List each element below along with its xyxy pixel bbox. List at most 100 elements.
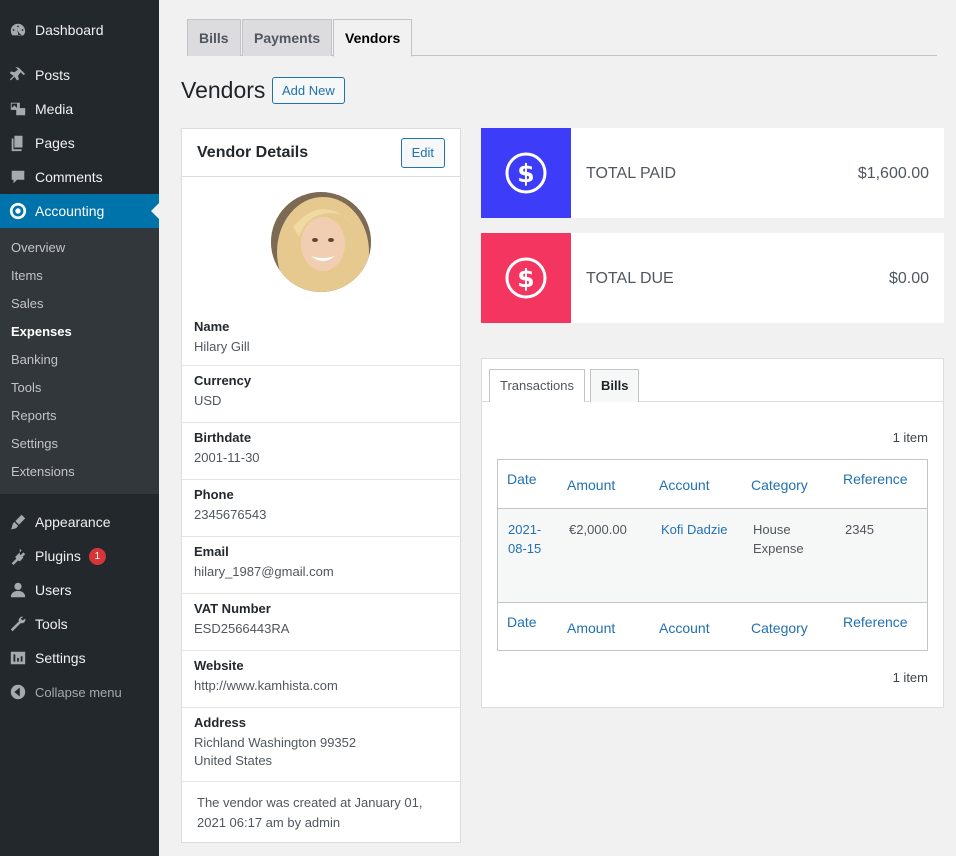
phone-value: 2345676543 bbox=[194, 507, 267, 522]
media-icon bbox=[8, 99, 28, 119]
menu-media-label: Media bbox=[35, 101, 74, 117]
vendor-email-row: Email hilary_1987@gmail.com bbox=[182, 537, 460, 594]
col-category[interactable]: Category bbox=[751, 477, 808, 493]
row-date[interactable]: 2021- 08-15 bbox=[508, 520, 541, 558]
avatar bbox=[271, 192, 371, 292]
menu-pages[interactable]: Pages bbox=[0, 126, 159, 160]
accounting-icon bbox=[8, 201, 28, 221]
menu-users[interactable]: Users bbox=[0, 573, 159, 607]
row-date-part2: 08-15 bbox=[508, 541, 542, 556]
pin-icon bbox=[8, 65, 28, 85]
brush-icon bbox=[8, 512, 28, 532]
tab-bills[interactable]: Bills bbox=[187, 19, 241, 56]
tab-payments[interactable]: Payments bbox=[242, 19, 333, 56]
foot-col-date[interactable]: Date bbox=[507, 614, 537, 630]
plugins-update-badge: 1 bbox=[88, 547, 106, 565]
collapse-icon bbox=[8, 682, 28, 702]
submenu-overview[interactable]: Overview bbox=[0, 234, 159, 262]
transactions-tabs: Transactions Bills bbox=[482, 359, 943, 402]
submenu-items[interactable]: Items bbox=[0, 262, 159, 290]
tab-vendors[interactable]: Vendors bbox=[333, 19, 413, 57]
total-paid-card: $ TOTAL PAID $1,600.00 bbox=[481, 128, 944, 218]
foot-col-amount[interactable]: Amount bbox=[567, 620, 615, 636]
menu-plugins[interactable]: Plugins 1 bbox=[0, 539, 159, 573]
submenu-banking[interactable]: Banking bbox=[0, 346, 159, 374]
row-amount: €2,000.00 bbox=[569, 522, 627, 537]
vat-label: VAT Number bbox=[194, 601, 271, 616]
address-label: Address bbox=[194, 715, 247, 730]
menu-accounting-label: Accounting bbox=[35, 203, 105, 219]
foot-col-account[interactable]: Account bbox=[659, 620, 710, 636]
vendor-vat-row: VAT Number ESD2566443RA bbox=[182, 594, 460, 651]
row-account[interactable]: Kofi Dadzie bbox=[661, 520, 727, 539]
total-due-value: $0.00 bbox=[888, 270, 929, 287]
vendor-details-title: Vendor Details bbox=[197, 144, 309, 161]
svg-text:$: $ bbox=[517, 159, 534, 188]
foot-col-reference[interactable]: Reference bbox=[843, 614, 908, 630]
total-paid-value: $1,600.00 bbox=[857, 165, 929, 182]
name-label: Name bbox=[194, 319, 230, 334]
currency-label: Currency bbox=[194, 373, 252, 388]
pages-icon bbox=[8, 133, 28, 153]
vendor-birthdate-row: Birthdate 2001-11-30 bbox=[182, 423, 460, 480]
add-new-button[interactable]: Add New bbox=[272, 77, 345, 104]
created-line-1: The vendor was created at January 01, bbox=[197, 795, 423, 810]
collapse-menu-label: Collapse menu bbox=[35, 684, 122, 700]
menu-appearance[interactable]: Appearance bbox=[0, 505, 159, 539]
menu-media[interactable]: Media bbox=[0, 92, 159, 126]
col-date[interactable]: Date bbox=[507, 471, 537, 487]
tab-transactions[interactable]: Transactions bbox=[489, 369, 585, 402]
table-header: Date Amount Account Category Reference bbox=[498, 460, 927, 508]
email-label: Email bbox=[194, 544, 229, 559]
currency-value: USD bbox=[194, 393, 222, 408]
table-footer: Date Amount Account Category Reference bbox=[498, 603, 927, 651]
edit-button[interactable]: Edit bbox=[400, 138, 445, 168]
wrench-icon bbox=[8, 614, 28, 634]
foot-col-category[interactable]: Category bbox=[751, 620, 808, 636]
birthdate-value: 2001-11-30 bbox=[194, 450, 260, 465]
settings-icon bbox=[8, 648, 28, 668]
submenu-settings[interactable]: Settings bbox=[0, 430, 159, 458]
submenu-reports[interactable]: Reports bbox=[0, 402, 159, 430]
item-count-bottom: 1 item bbox=[892, 670, 928, 685]
menu-accounting[interactable]: Accounting bbox=[0, 194, 159, 228]
menu-users-label: Users bbox=[35, 582, 72, 598]
address-country: United States bbox=[194, 753, 273, 768]
menu-settings[interactable]: Settings bbox=[0, 641, 159, 675]
submenu-expenses[interactable]: Expenses bbox=[0, 318, 159, 346]
name-value: Hilary Gill bbox=[194, 339, 250, 354]
menu-plugins-label: Plugins bbox=[35, 548, 81, 564]
vendor-name-row: Name Hilary Gill bbox=[182, 312, 460, 366]
item-count-top: 1 item bbox=[892, 430, 928, 445]
comment-icon bbox=[8, 167, 28, 187]
col-amount[interactable]: Amount bbox=[567, 477, 615, 493]
address-value: Richland Washington 99352 bbox=[194, 735, 357, 750]
row-category: House Expense bbox=[753, 520, 804, 558]
menu-posts-label: Posts bbox=[35, 67, 71, 83]
created-line-2: 2021 06:17 am by admin bbox=[197, 815, 341, 830]
birthdate-label: Birthdate bbox=[194, 430, 252, 445]
row-date-part1: 2021- bbox=[508, 522, 542, 537]
vendor-details-header: Vendor Details Edit bbox=[182, 129, 460, 177]
menu-comments[interactable]: Comments bbox=[0, 160, 159, 194]
phone-label: Phone bbox=[194, 487, 234, 502]
col-account[interactable]: Account bbox=[659, 477, 710, 493]
page-title: Vendors bbox=[181, 77, 266, 103]
dashboard-icon bbox=[8, 20, 28, 40]
submenu-sales[interactable]: Sales bbox=[0, 290, 159, 318]
admin-sidebar: Dashboard Posts Media Pages Comments Acc… bbox=[0, 0, 159, 856]
menu-tools-label: Tools bbox=[35, 616, 68, 632]
col-reference[interactable]: Reference bbox=[843, 471, 908, 487]
tab-vendor-bills[interactable]: Bills bbox=[590, 369, 640, 402]
submenu-extensions[interactable]: Extensions bbox=[0, 458, 159, 486]
svg-text:$: $ bbox=[517, 264, 534, 293]
row-category-part2: Expense bbox=[753, 541, 804, 556]
menu-settings-label: Settings bbox=[35, 650, 86, 666]
menu-tools[interactable]: Tools bbox=[0, 607, 159, 641]
submenu-tools[interactable]: Tools bbox=[0, 374, 159, 402]
collapse-menu-button[interactable]: Collapse menu bbox=[0, 675, 159, 709]
menu-posts[interactable]: Posts bbox=[0, 58, 159, 92]
vendor-phone-row: Phone 2345676543 bbox=[182, 480, 460, 537]
menu-dashboard[interactable]: Dashboard bbox=[0, 13, 159, 47]
nav-tabs: Bills Payments Vendors bbox=[187, 19, 937, 57]
